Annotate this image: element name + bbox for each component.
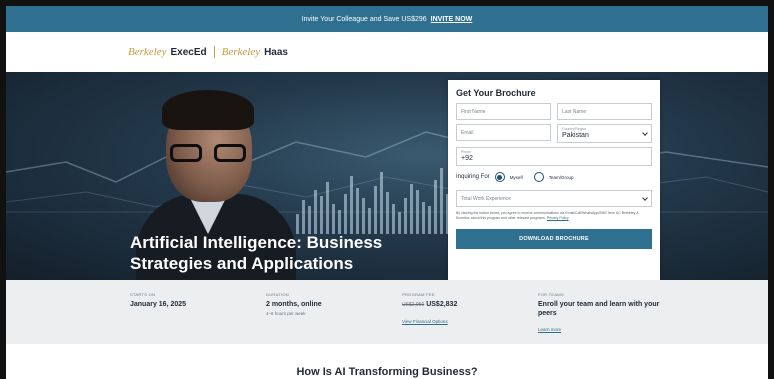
person-hair [162,90,254,130]
email-input[interactable]: Email [456,124,551,141]
invite-now-link[interactable]: INVITE NOW [431,16,473,23]
radio-myself[interactable] [494,172,505,182]
hero-bar [368,208,371,234]
hero-bar [350,176,353,234]
chevron-down-icon [642,194,648,201]
download-brochure-button[interactable]: DOWNLOAD BROCHURE [456,229,652,249]
radio-myself-label[interactable]: Myself [510,175,523,180]
hero-bar [356,188,359,234]
fee-value-line: US$2,950 US$2,832 [402,300,457,310]
logo-divider [213,46,215,58]
hero-bar [362,198,365,234]
phone-input[interactable]: Phone +92 [456,147,652,166]
work-experience-select[interactable]: Total Work Experience [456,190,652,207]
duration-value: 2 months, online [266,301,322,308]
hero-bar [440,168,443,234]
country-select[interactable]: Country/Region Pakistan [557,124,652,143]
program-fee-block: PROGRAM FEE US$2,950 US$2,832 View Finan… [402,292,457,328]
content-section: How Is AI Transforming Business? [6,344,768,379]
form-title: Get Your Brochure [456,88,536,98]
starts-value: January 16, 2025 [130,301,187,308]
hero-bar [392,204,395,234]
hero-bar [338,210,341,234]
hero-bar [410,184,413,234]
logo-execed: ExecEd [170,47,207,58]
promo-text: Invite Your Colleague and Save US$296 [301,15,427,23]
country-label: Country/Region [562,127,587,131]
program-title: Artificial Intelligence: Business Strate… [130,233,383,273]
hero-bar [428,206,431,234]
hero-bar [344,194,347,234]
learn-more-link[interactable]: Learn more [538,327,561,332]
starts-on-block: STARTS ON January 16, 2025 [130,292,186,309]
hero-bar [404,198,407,234]
inquiring-for-group: Inquiring For Myself Team/Group [456,172,652,182]
starts-label: STARTS ON [130,292,156,297]
hero-bar [386,192,389,234]
privacy-policy-link[interactable]: Privacy Policy [547,216,569,220]
duration-label: DURATION [266,292,289,297]
consent-text: By clicking the button below, you agree … [456,211,652,221]
first-name-input[interactable]: First Name [456,103,551,120]
hero-bar [434,180,437,234]
hero-bar [416,190,419,234]
brochure-form: Get Your Brochure First Name Last Name E… [448,80,660,280]
section-heading: How Is AI Transforming Business? [296,366,478,378]
site-header: Berkeley ExecEd Berkeley Haas [6,32,768,72]
phone-value: +92 [461,155,473,162]
country-value: Pakistan [562,132,589,139]
inquiring-label: Inquiring For [456,174,490,180]
fee-label: PROGRAM FEE [402,292,435,297]
logo-berkeley-1: Berkeley [128,46,167,58]
fee-value: US$2,832 [426,301,458,308]
duration-block: DURATION 2 months, online 4–6 hours per … [266,292,322,316]
person-glasses [170,144,250,162]
teams-label: FOR TEAMS [538,292,564,297]
teams-value: Enroll your team and learn with your pee… [538,301,660,317]
logo-berkeley-2: Berkeley [221,46,261,58]
duration-sub: 4–6 hours per week [266,311,306,316]
hero-bar [422,202,425,234]
for-teams-block: FOR TEAMS Enroll your team and learn wit… [538,292,678,336]
last-name-input[interactable]: Last Name [557,103,652,120]
work-experience-placeholder: Total Work Experience [461,196,511,202]
hero-bar [332,204,335,234]
hero-bar [398,212,401,234]
berkeley-logo[interactable]: Berkeley ExecEd Berkeley Haas [128,46,288,58]
phone-label: Phone [461,150,472,154]
hero-bar [380,172,383,234]
radio-team-label[interactable]: Team/Group [549,175,574,180]
hero-bar [326,182,329,234]
program-info-band: STARTS ON January 16, 2025 DURATION 2 mo… [6,280,768,344]
promo-bar: Invite Your Colleague and Save US$296 IN… [6,6,768,32]
hero-bar [320,196,323,234]
financial-options-link[interactable]: View Financial Options [402,319,448,324]
hero-bar [374,186,377,234]
logo-haas: Haas [264,47,288,58]
radio-team[interactable] [533,172,544,182]
fee-old: US$2,950 [402,302,425,308]
